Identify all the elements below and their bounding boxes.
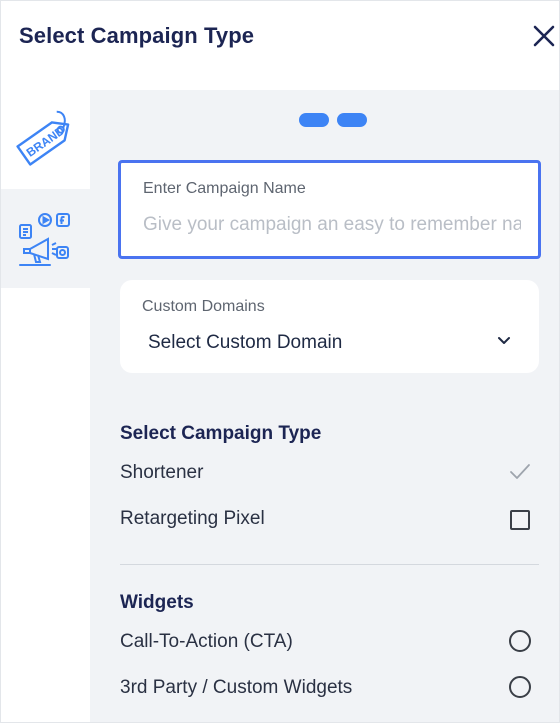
retargeting-pixel-label: Retargeting Pixel xyxy=(120,508,265,529)
custom-domain-label: Custom Domains xyxy=(142,298,265,315)
campaign-type-panel: Select Campaign Type BRAND Enter Campaig… xyxy=(0,0,560,723)
widgets-heading: Widgets xyxy=(120,592,194,613)
step-dot[interactable] xyxy=(337,113,367,127)
custom-domain-selected: Select Custom Domain xyxy=(148,332,343,353)
cta-widget-radio[interactable] xyxy=(509,630,531,652)
campaign-name-input[interactable] xyxy=(143,211,521,239)
brand-tag-icon: BRAND xyxy=(15,110,69,166)
section-divider xyxy=(120,564,539,565)
custom-widgets-label: 3rd Party / Custom Widgets xyxy=(120,677,353,698)
check-icon xyxy=(510,464,530,479)
panel-title: Select Campaign Type xyxy=(19,23,255,48)
close-icon xyxy=(533,25,555,47)
shortener-label: Shortener xyxy=(120,462,204,483)
panel-header: Select Campaign Type xyxy=(1,1,559,73)
social-media-icon xyxy=(18,212,70,266)
step-dot[interactable] xyxy=(299,113,329,127)
retargeting-pixel-checkbox[interactable] xyxy=(510,510,530,530)
sidebar-item-social[interactable] xyxy=(1,189,90,288)
close-button[interactable] xyxy=(529,21,559,51)
chevron-down-icon xyxy=(498,337,510,344)
main-content: Enter Campaign Name Custom Domains Selec… xyxy=(90,90,559,722)
sidebar-item-brand[interactable]: BRAND xyxy=(1,90,90,189)
campaign-type-heading: Select Campaign Type xyxy=(120,423,322,444)
cta-widget-label: Call-To-Action (CTA) xyxy=(120,631,293,652)
sidebar: BRAND xyxy=(1,90,90,722)
custom-widgets-radio[interactable] xyxy=(509,676,531,698)
custom-domain-select[interactable]: Custom Domains Select Custom Domain xyxy=(120,280,539,373)
campaign-name-field: Enter Campaign Name xyxy=(118,160,541,259)
campaign-name-label: Enter Campaign Name xyxy=(143,180,306,197)
shortener-checkmark[interactable] xyxy=(508,462,532,482)
